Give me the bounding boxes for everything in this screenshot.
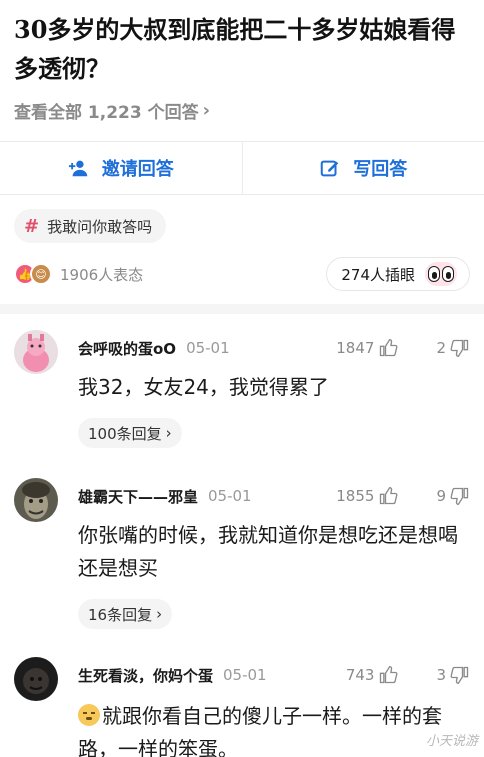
reaction-row: 👍 😊 1906人表态 274人插眼 [14,256,470,292]
comment-date: 05-01 [186,339,230,357]
write-answer-label: 写回答 [353,159,408,180]
view-all-label: 查看全部 1,223 个回答 [14,103,199,123]
question-title: 30多岁的大叔到底能把二十多岁姑娘看得多透彻？ [14,15,456,83]
comment-stats: 743 3 [346,665,470,685]
thumbs-up-icon[interactable] [378,486,398,506]
comment-text: 就跟你看自己的傻儿子一样。一样的套路，一样的笨蛋。 [78,704,442,757]
comment-date: 05-01 [208,487,252,505]
comment-stats: 1847 2 [336,338,470,358]
thumbs-up-icon[interactable] [378,338,398,358]
comment-stats: 1855 9 [336,486,470,506]
comment-text: 你张嘴的时候，我就知道你是想吃还是想喝还是想买 [78,523,458,580]
replies-button[interactable]: 100条回复 › [78,418,182,448]
comment-item: 雄霸天下——邪皇 05-01 1855 9 你张嘴的时候，我就知道你是想吃还是想… [0,478,484,638]
reaction-icons[interactable]: 👍 😊 [14,263,52,285]
poke-count: 274人插眼 [341,265,415,284]
comment-item: 生死看淡，你妈个蛋 05-01 743 3 就跟你看自己的傻儿子一样。一样的套路… [0,657,484,757]
poke-button[interactable]: 274人插眼 [326,257,470,291]
action-bar: 邀请回答 写回答 [0,141,484,195]
hashtag-icon: # [24,215,40,237]
edit-icon [320,160,339,177]
replies-label: 100条回复 [88,424,162,443]
comment-header: 生死看淡，你妈个蛋 05-01 743 3 [78,663,470,687]
invite-user-icon [68,160,87,177]
chevron-right-icon: › [156,605,163,623]
dislike-count: 3 [436,666,446,684]
chevron-right-icon: › [165,424,172,442]
comment-date: 05-01 [223,666,267,684]
comment-username[interactable]: 生死看淡，你妈个蛋 [78,665,213,686]
section-divider [0,304,484,314]
comment-body: 就跟你看自己的傻儿子一样。一样的套路，一样的笨蛋。 [78,700,470,757]
comment-header: 会呼吸的蛋oO 05-01 1847 2 [78,336,470,360]
comment-text: 我32，女友24，我觉得累了 [78,375,329,399]
replies-label: 16条回复 [88,605,153,624]
reaction-count: 1906人表态 [60,265,144,284]
invite-answer-button[interactable]: 邀请回答 [0,142,242,194]
like-count: 1855 [336,487,375,505]
emoji-reaction-icon: 😊 [30,263,52,285]
dislike-count: 9 [436,487,446,505]
write-answer-button[interactable]: 写回答 [241,142,484,194]
chevron-right-icon: › [202,100,211,121]
view-all-answers-link[interactable]: 查看全部 1,223 个回答 › [14,98,210,123]
watermark: 小天说游 [425,734,478,749]
thumbs-up-icon[interactable] [378,665,398,685]
avatar[interactable] [14,330,58,374]
avatar[interactable] [14,657,58,701]
sly-face-emoji-icon [78,704,100,726]
thumbs-down-icon[interactable] [450,665,470,685]
thumbs-down-icon[interactable] [450,486,470,506]
invite-answer-label: 邀请回答 [101,159,174,180]
dislike-count: 2 [436,339,446,357]
thumbs-down-icon[interactable] [450,338,470,358]
comment-header: 雄霸天下——邪皇 05-01 1855 9 [78,484,470,508]
topic-tag[interactable]: # 我敢问你敢答吗 [14,209,167,243]
eyes-icon [425,262,457,286]
topic-tag-label: 我敢问你敢答吗 [47,217,153,236]
replies-button[interactable]: 16条回复 › [78,599,173,629]
avatar[interactable] [14,478,58,522]
comment-username[interactable]: 雄霸天下——邪皇 [78,486,198,507]
comment-username[interactable]: 会呼吸的蛋oO [78,338,176,359]
like-count: 1847 [336,339,375,357]
like-count: 743 [345,666,375,684]
comment-item: 会呼吸的蛋oO 05-01 1847 2 我32，女友24，我觉得累了 100条… [0,330,484,455]
